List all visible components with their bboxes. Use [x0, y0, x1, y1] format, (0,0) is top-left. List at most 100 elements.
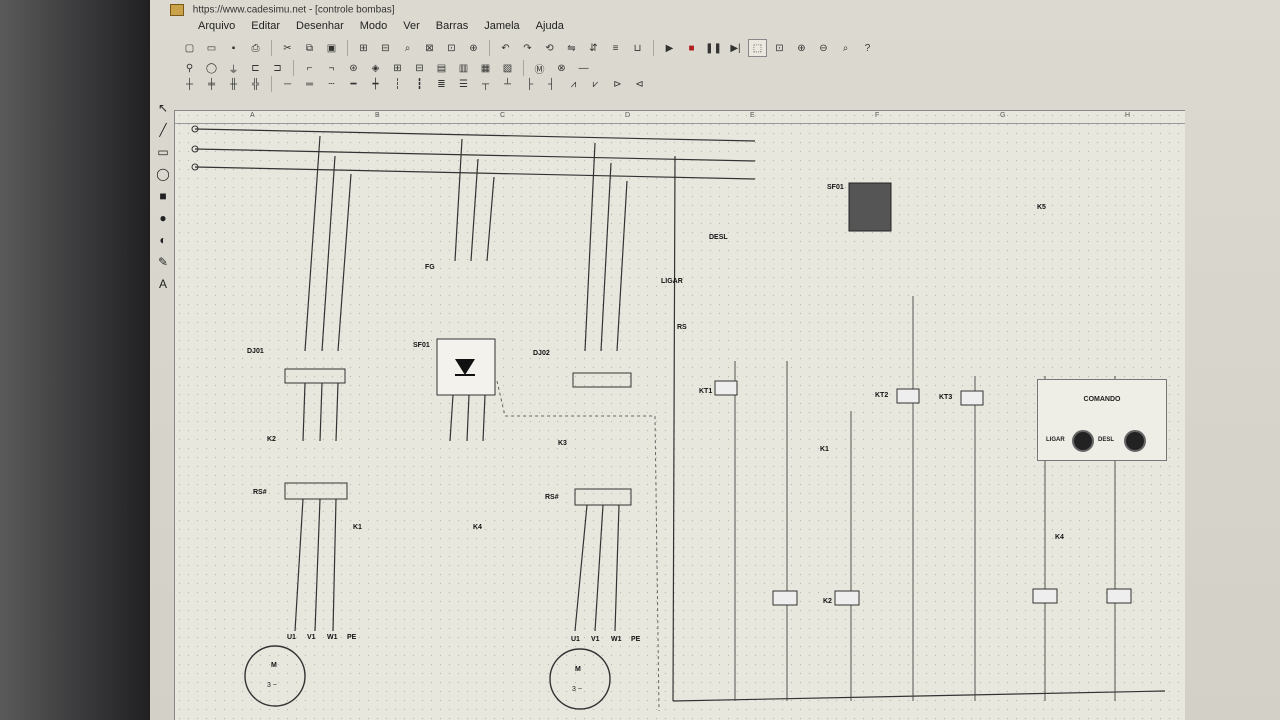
ligar-label: LIGAR: [661, 278, 683, 285]
pointer-icon[interactable]: ↖: [155, 100, 171, 116]
menu-arquivo[interactable]: Arquivo: [190, 18, 243, 38]
timer-relay-block[interactable]: [848, 182, 892, 232]
menu-modo[interactable]: Modo: [352, 18, 396, 38]
ellipse-icon[interactable]: ◯: [155, 166, 171, 182]
line-draw-icon[interactable]: ╱: [155, 122, 171, 138]
k4-coil[interactable]: [1032, 588, 1058, 604]
run-simulation-icon[interactable]: ▶: [660, 39, 679, 57]
wire-dash-icon[interactable]: ┄: [322, 75, 341, 93]
kt3-coil[interactable]: [960, 390, 984, 406]
k2-coil[interactable]: [834, 590, 860, 606]
select-tool-icon[interactable]: ⬚: [748, 39, 767, 57]
copy-icon[interactable]: ⧉: [300, 39, 319, 57]
k1-label: K1: [353, 524, 362, 531]
ka-coil[interactable]: [1106, 588, 1132, 604]
resistor-2-icon[interactable]: ⩗: [586, 75, 605, 93]
wire-t-2-icon[interactable]: ┴: [498, 75, 517, 93]
pencil-icon[interactable]: ✎: [155, 254, 171, 270]
menu-editar[interactable]: Editar: [243, 18, 288, 38]
component-tool-2-icon[interactable]: ⊟: [376, 39, 395, 57]
kt1-label: KT1: [699, 388, 712, 395]
component-tool-5-icon[interactable]: ⊕: [464, 39, 483, 57]
paste-icon[interactable]: ▣: [322, 39, 341, 57]
connector-in-icon[interactable]: ⊳: [608, 75, 627, 93]
save-icon[interactable]: ▪: [224, 39, 243, 57]
wire-cross-icon[interactable]: ┿: [366, 75, 385, 93]
zoom-in-icon[interactable]: ⊕: [792, 39, 811, 57]
component-tool-4-icon[interactable]: ⊡: [442, 39, 461, 57]
rs-relay-1[interactable]: [284, 482, 348, 500]
component-tool-3-icon[interactable]: ⊠: [420, 39, 439, 57]
motor1-pe: PE: [347, 634, 357, 641]
menu-barras[interactable]: Barras: [428, 18, 476, 38]
fill-bucket-icon[interactable]: ◐: [155, 232, 171, 248]
motor-1[interactable]: [244, 645, 306, 707]
connector-out-icon[interactable]: ⊲: [630, 75, 649, 93]
toolbar-file: ▢ ▭ ▪ ⎙ ✂ ⧉ ▣ ⊞ ⊟ ⌕ ⊠ ⊡ ⊕ ↶ ↷ ⟲ ⇋ ⇵ ≡ ⊔ …: [180, 38, 877, 58]
wire-junction-3-icon[interactable]: ╫: [224, 75, 243, 93]
bus-lines-2-icon[interactable]: ☰: [454, 75, 473, 93]
motor-2[interactable]: [549, 648, 611, 710]
motor1-v1: V1: [307, 634, 316, 641]
pause-simulation-icon[interactable]: ❚❚: [704, 39, 723, 57]
dj02-breaker[interactable]: [572, 372, 632, 388]
menu-jamela[interactable]: Jamela: [476, 18, 527, 38]
menu-ver[interactable]: Ver: [395, 18, 428, 38]
ligar-button[interactable]: [1072, 430, 1094, 452]
dj01-breaker[interactable]: [284, 368, 346, 384]
cut-icon[interactable]: ✂: [278, 39, 297, 57]
wire-junction-2-icon[interactable]: ╪: [202, 75, 221, 93]
resistor-1-icon[interactable]: ⩘: [564, 75, 583, 93]
wire-double-icon[interactable]: ═: [300, 75, 319, 93]
text-tool-icon[interactable]: A: [155, 276, 171, 292]
wire-long-icon[interactable]: ━: [344, 75, 363, 93]
zoom-out-icon[interactable]: ⊖: [814, 39, 833, 57]
toolbar-separator: [271, 76, 272, 92]
menu-ajuda[interactable]: Ajuda: [528, 18, 572, 38]
print-icon[interactable]: ⎙: [246, 39, 265, 57]
k5-label: K5: [1037, 204, 1046, 211]
k4-ctrl-label: K4: [1055, 534, 1064, 541]
open-folder-icon[interactable]: ▭: [202, 39, 221, 57]
zoom-component-icon[interactable]: ⌕: [398, 39, 417, 57]
new-file-icon[interactable]: ▢: [180, 39, 199, 57]
dj02-label: DJ02: [533, 350, 550, 357]
zoom-fit-icon[interactable]: ⊡: [770, 39, 789, 57]
redo-icon[interactable]: ↷: [518, 39, 537, 57]
wire-t-3-icon[interactable]: ├: [520, 75, 539, 93]
menu-desenhar[interactable]: Desenhar: [288, 18, 352, 38]
wire-t-1-icon[interactable]: ┬: [476, 75, 495, 93]
bus-4-icon[interactable]: ┇: [410, 75, 429, 93]
group-icon[interactable]: ⊔: [628, 39, 647, 57]
toolbar-separator: [271, 40, 272, 56]
filled-ellipse-icon[interactable]: ●: [155, 210, 171, 226]
rectangle-icon[interactable]: ▭: [155, 144, 171, 160]
wire-junction-1-icon[interactable]: ┼: [180, 75, 199, 93]
schematic-canvas[interactable]: A B C D E F G H DJ01 K2 RS# M 3 ~ U1 V1 …: [174, 110, 1185, 720]
stop-simulation-icon[interactable]: ■: [682, 39, 701, 57]
wire-horizontal-icon[interactable]: ─: [278, 75, 297, 93]
k1-coil[interactable]: [772, 590, 798, 606]
mirror-icon[interactable]: ⇋: [562, 39, 581, 57]
kt1-coil[interactable]: [714, 380, 738, 396]
bus-lines-icon[interactable]: ≣: [432, 75, 451, 93]
wire-junction-4-icon[interactable]: ╬: [246, 75, 265, 93]
rs-relay-2[interactable]: [574, 488, 632, 506]
k3-label: K3: [558, 440, 567, 447]
flip-icon[interactable]: ⇵: [584, 39, 603, 57]
desl-button[interactable]: [1124, 430, 1146, 452]
help-icon[interactable]: ?: [858, 39, 877, 57]
kt2-label: KT2: [875, 392, 888, 399]
bus-3-icon[interactable]: ┆: [388, 75, 407, 93]
ligar-button-label: LIGAR: [1046, 437, 1065, 443]
zoom-area-icon[interactable]: ⌕: [836, 39, 855, 57]
align-icon[interactable]: ≡: [606, 39, 625, 57]
motor2-v1: V1: [591, 636, 600, 643]
wire-t-4-icon[interactable]: ┤: [542, 75, 561, 93]
rotate-icon[interactable]: ⟲: [540, 39, 559, 57]
undo-icon[interactable]: ↶: [496, 39, 515, 57]
step-simulation-icon[interactable]: ▶|: [726, 39, 745, 57]
kt2-coil[interactable]: [896, 388, 920, 404]
filled-rect-icon[interactable]: ■: [155, 188, 171, 204]
component-tool-1-icon[interactable]: ⊞: [354, 39, 373, 57]
